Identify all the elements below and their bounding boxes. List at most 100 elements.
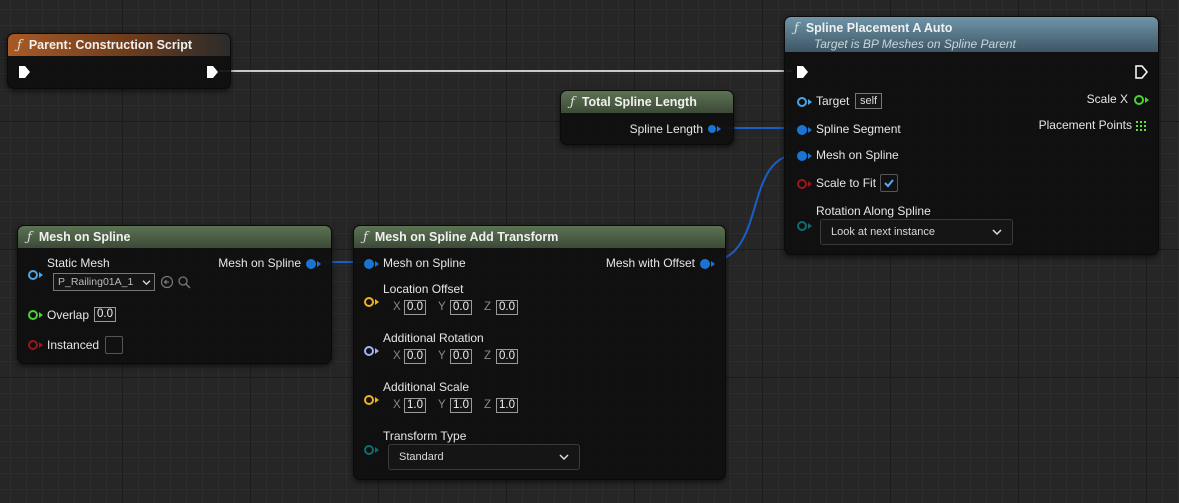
spline-segment-pin[interactable] [797,125,807,135]
mesh-on-spline-output-label: Mesh on Spline [218,256,301,270]
use-selected-asset-icon[interactable] [160,275,174,289]
node-header[interactable]: ƒ Spline Placement A Auto Target is BP M… [785,17,1158,52]
dropdown-value: Look at next instance [831,226,935,238]
instanced-checkbox[interactable] [105,336,123,354]
node-header[interactable]: ƒ Parent: Construction Script [8,34,230,56]
location-x-input[interactable]: 0.0 [404,300,426,315]
scale-to-fit-checkbox[interactable] [880,174,898,192]
overlap-pin[interactable] [28,310,38,320]
pin-arrow-icon [375,447,379,453]
scale-x-input[interactable]: 1.0 [404,398,426,413]
rotation-x-input[interactable]: 0.0 [404,349,426,364]
axis-x-label: X [393,301,401,313]
node-title: Mesh on Spline [38,230,131,244]
transform-type-pin[interactable] [364,445,374,455]
pin-arrow-icon [808,181,812,187]
pin-arrow-icon [1145,97,1149,103]
pin-arrow-icon [808,127,812,133]
static-mesh-value: P_Railing01A_1 [58,276,134,288]
additional-rotation-label: Additional Rotation [383,331,484,345]
static-mesh-pin[interactable] [28,270,38,280]
node-header[interactable]: ƒ Mesh on Spline [18,226,331,248]
rotation-along-spline-label: Rotation Along Spline [816,204,931,218]
mesh-on-spline-out-pin[interactable] [306,259,316,269]
mesh-on-spline-pin[interactable] [797,151,807,161]
node-title: Total Spline Length [581,95,697,109]
scale-to-fit-label: Scale to Fit [816,176,877,190]
spline-length-out-pin[interactable] [708,125,716,133]
scale-x-pin[interactable] [1134,95,1144,105]
exec-out-pin[interactable] [1134,65,1148,79]
scale-to-fit-pin[interactable] [797,179,807,189]
pin-arrow-icon [808,223,812,229]
pin-arrow-icon [375,261,379,267]
additional-rotation-pin[interactable] [364,346,374,356]
function-icon: ƒ [17,37,22,53]
scale-y-input[interactable]: 1.0 [450,398,472,413]
chevron-down-icon [559,454,569,461]
transform-type-label: Transform Type [383,429,467,443]
chevron-down-icon [142,280,151,286]
construction-script-node[interactable]: ƒ Parent: Construction Script [7,33,231,89]
target-self-value[interactable]: self [855,93,883,109]
node-title: Parent: Construction Script [28,38,193,52]
spline-placement-node[interactable]: ƒ Spline Placement A Auto Target is BP M… [784,16,1159,255]
pin-arrow-icon [717,126,721,132]
axis-x-label: X [393,350,401,362]
array-pin-icon[interactable] [1136,121,1146,131]
pin-arrow-icon [808,153,812,159]
browse-search-icon[interactable] [177,275,191,289]
placement-points-label: Placement Points [1038,118,1132,132]
pin-arrow-icon [375,299,379,305]
spline-segment-label: Spline Segment [816,122,901,136]
mesh-with-offset-out-pin[interactable] [700,259,710,269]
transform-type-dropdown[interactable]: Standard [388,444,580,470]
rotation-z-input[interactable]: 0.0 [496,349,518,364]
pin-arrow-icon [39,342,43,348]
axis-y-label: Y [438,350,446,362]
node-title: Spline Placement A Auto [805,21,953,35]
axis-z-label: Z [484,399,492,411]
instanced-pin[interactable] [28,340,38,350]
node-subtitle: Target is BP Meshes on Spline Parent [814,37,1016,51]
overlap-input[interactable]: 0.0 [94,307,116,322]
additional-scale-label: Additional Scale [383,380,470,394]
pin-arrow-icon [39,312,43,318]
rotation-y-input[interactable]: 0.0 [450,349,472,364]
mesh-on-spline-node[interactable]: ƒ Mesh on Spline Static Mesh P_Railing01… [17,225,332,364]
rotation-along-spline-pin[interactable] [797,221,807,231]
exec-in-pin[interactable] [795,65,809,79]
location-offset-label: Location Offset [383,282,464,296]
exec-out-pin[interactable] [205,65,219,79]
instanced-label: Instanced [47,338,100,352]
function-icon: ƒ [570,94,575,110]
function-icon: ƒ [794,21,799,36]
pin-arrow-icon [711,261,715,267]
rotation-along-spline-dropdown[interactable]: Look at next instance [820,219,1013,245]
node-header[interactable]: ƒ Total Spline Length [561,91,733,113]
location-y-input[interactable]: 0.0 [450,300,472,315]
static-mesh-picker[interactable]: P_Railing01A_1 [53,273,155,291]
mesh-on-spline-label: Mesh on Spline [816,148,899,162]
pin-arrow-icon [39,272,43,278]
axis-x-label: X [393,399,401,411]
target-pin[interactable] [797,97,807,107]
target-label: Target [816,94,850,108]
spline-length-label: Spline Length [629,122,703,136]
overlap-label: Overlap [47,308,90,322]
additional-scale-pin[interactable] [364,395,374,405]
axis-z-label: Z [484,301,492,313]
axis-y-label: Y [438,399,446,411]
exec-in-pin[interactable] [17,65,31,79]
pin-arrow-icon [375,397,379,403]
location-offset-pin[interactable] [364,297,374,307]
node-title: Mesh on Spline Add Transform [374,230,559,244]
mesh-on-spline-in-pin[interactable] [364,259,374,269]
mesh-with-offset-label: Mesh with Offset [605,256,695,270]
scale-z-input[interactable]: 1.0 [496,398,518,413]
location-z-input[interactable]: 0.0 [496,300,518,315]
add-transform-node[interactable]: ƒ Mesh on Spline Add Transform Mesh on S… [353,225,726,480]
total-spline-length-node[interactable]: ƒ Total Spline Length Spline Length [560,90,734,145]
function-icon: ƒ [27,229,32,245]
node-header[interactable]: ƒ Mesh on Spline Add Transform [354,226,725,248]
